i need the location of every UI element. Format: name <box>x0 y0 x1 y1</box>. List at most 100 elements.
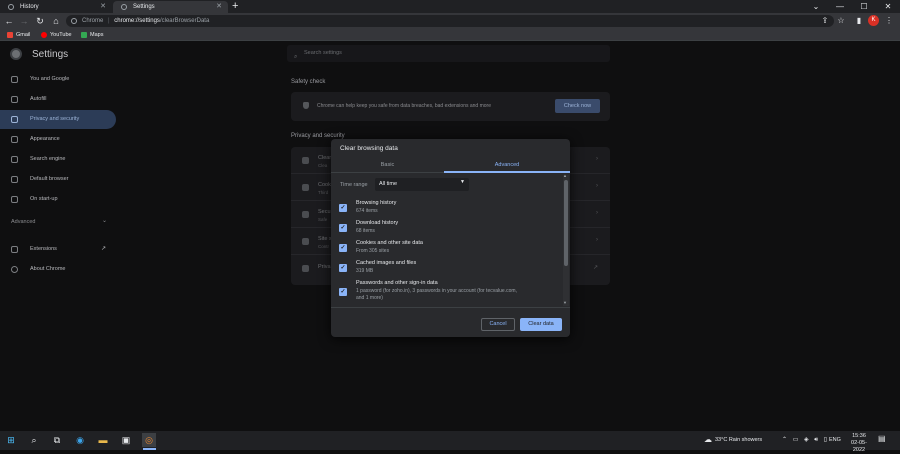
privacy-row-sub: Clea <box>318 163 328 168</box>
chevron-right-icon: › <box>596 156 598 162</box>
sidebar-item-you-and-google[interactable]: You and Google <box>0 70 116 89</box>
close-tab-icon[interactable]: ✕ <box>216 1 222 13</box>
tab-search-icon[interactable]: ⌄ <box>804 0 828 13</box>
safety-check-text: Chrome can help keep you safe from data … <box>317 103 491 109</box>
cookie-icon <box>302 184 309 191</box>
minimize-button[interactable]: — <box>828 0 852 13</box>
tab-label: Settings <box>133 4 155 10</box>
checkbox-download-history[interactable]: ✓ <box>339 224 347 232</box>
cancel-button[interactable]: Cancel <box>481 318 515 331</box>
privacy-sandbox-icon <box>302 265 309 272</box>
chrome-icon <box>11 266 18 273</box>
share-icon[interactable]: ⇪ <box>819 15 831 27</box>
item-sub: From 305 sites <box>356 248 390 254</box>
safety-check-heading: Safety check <box>291 79 326 85</box>
sidebar-item-default-browser[interactable]: Default browser <box>0 170 116 189</box>
checkbox-browsing-history[interactable]: ✓ <box>339 204 347 212</box>
sidebar-item-about-chrome[interactable]: About Chrome <box>0 260 116 279</box>
gmail-icon <box>7 32 13 38</box>
tab-settings[interactable]: Settings ✕ <box>113 1 228 13</box>
edge-icon[interactable]: ◉ <box>73 433 87 447</box>
file-explorer-icon[interactable]: ▬ <box>96 433 110 447</box>
tab-basic[interactable]: Basic <box>331 158 444 172</box>
item-sub: 319 MB <box>356 268 374 274</box>
avatar[interactable]: K <box>868 15 879 26</box>
back-icon[interactable]: ← <box>3 15 15 27</box>
privacy-row-title: Clear <box>318 155 332 161</box>
sidebar-item-label: On start-up <box>30 196 58 202</box>
checkbox-passwords[interactable]: ✓ <box>339 288 347 296</box>
close-window-button[interactable]: ✕ <box>876 0 900 13</box>
chrome-taskbar-icon[interactable]: ◎ <box>142 433 156 447</box>
bookmark-label: YouTube <box>50 32 72 38</box>
sidebar-item-search-engine[interactable]: Search engine <box>0 150 116 169</box>
tab-history[interactable]: History ✕ <box>0 1 112 13</box>
sidebar-item-extensions[interactable]: Extensions ↗ <box>0 240 116 259</box>
new-tab-button[interactable]: + <box>232 0 238 13</box>
chrome-logo-icon <box>10 48 22 60</box>
sidebar-item-label: About Chrome <box>30 266 66 272</box>
tab-advanced[interactable]: Advanced <box>444 158 570 172</box>
privacy-row-title: Priva <box>318 264 331 270</box>
sidebar-item-autofill[interactable]: Autofill <box>0 90 116 109</box>
privacy-row-sub: Safe <box>318 217 328 222</box>
address-path: /clearBrowserData <box>159 18 210 24</box>
trash-icon <box>302 157 309 164</box>
sidebar-item-label: You and Google <box>30 76 70 82</box>
sidebar-item-label: Privacy and security <box>30 116 80 122</box>
page-title: Settings <box>32 49 69 60</box>
language-indicator[interactable]: ENG <box>829 437 841 443</box>
bookmark-youtube[interactable]: YouTube <box>41 30 72 40</box>
task-view-icon[interactable]: ⧉ <box>50 433 64 447</box>
search-icon <box>11 156 18 163</box>
notification-icon[interactable]: ▤ <box>878 434 886 443</box>
bookmark-maps[interactable]: Maps <box>81 30 103 40</box>
bookmark-label: Maps <box>90 32 104 38</box>
scroll-up-icon[interactable]: ▲ <box>563 173 567 178</box>
system-tray[interactable]: ⌃ ▭ ◈ 🔊︎ ▯ <box>782 436 829 444</box>
address-bar[interactable]: Chrome | chrome://settings/clearBrowserD… <box>66 15 834 27</box>
time-range-label: Time range <box>340 182 368 188</box>
cloud-rain-icon: ☁ <box>704 435 712 444</box>
scrollbar-thumb[interactable] <box>564 180 568 266</box>
sidebar-item-appearance[interactable]: Appearance <box>0 130 116 149</box>
side-panel-icon[interactable]: ▮ <box>853 15 865 27</box>
sidebar-item-label: Autofill <box>30 96 47 102</box>
bookmark-gmail[interactable]: Gmail <box>7 30 30 40</box>
reload-icon[interactable]: ↻ <box>34 15 46 27</box>
caret-down-icon: ▼ <box>460 179 465 185</box>
checkbox-cookies[interactable]: ✓ <box>339 244 347 252</box>
checkbox-cached-images[interactable]: ✓ <box>339 264 347 272</box>
star-icon[interactable]: ☆ <box>835 15 847 27</box>
divider <box>331 307 570 308</box>
maps-icon <box>81 32 87 38</box>
time-range-select[interactable]: All time <box>375 178 469 191</box>
weather-text: 33°C Rain showers <box>715 437 763 443</box>
person-icon <box>11 76 18 83</box>
sidebar-item-privacy[interactable]: Privacy and security <box>0 110 116 129</box>
youtube-icon <box>41 32 47 38</box>
maximize-button[interactable]: ☐ <box>852 0 876 13</box>
scroll-down-icon[interactable]: ▼ <box>563 300 567 305</box>
chevron-down-icon[interactable]: ⌄ <box>102 217 107 224</box>
forward-icon[interactable]: → <box>18 15 30 27</box>
check-now-button[interactable]: Check now <box>555 99 600 113</box>
clear-data-button[interactable]: Clear data <box>520 318 562 331</box>
sidebar-item-on-startup[interactable]: On start-up <box>0 190 116 209</box>
search-input[interactable]: ⌕ Search settings <box>287 45 610 62</box>
bookmarks-bar <box>0 29 900 41</box>
chevron-right-icon: › <box>596 237 598 243</box>
weather-widget[interactable]: ☁ 33°C Rain showers <box>704 434 762 446</box>
clock-time: 15:36 <box>852 433 866 439</box>
store-icon[interactable]: ▣ <box>119 433 133 447</box>
clock[interactable]: 15:36 02-05-2022 <box>845 433 873 454</box>
shield-icon <box>303 102 309 109</box>
dialog-title: Clear browsing data <box>340 145 398 152</box>
windows-start-icon[interactable]: ⊞ <box>4 433 18 447</box>
sidebar-advanced[interactable]: Advanced <box>11 219 35 225</box>
palette-icon <box>11 136 18 143</box>
search-icon[interactable]: ⌕ <box>27 433 41 447</box>
close-tab-icon[interactable]: ✕ <box>100 1 106 13</box>
home-icon[interactable]: ⌂ <box>50 15 62 27</box>
menu-icon[interactable]: ⋮ <box>883 15 895 27</box>
